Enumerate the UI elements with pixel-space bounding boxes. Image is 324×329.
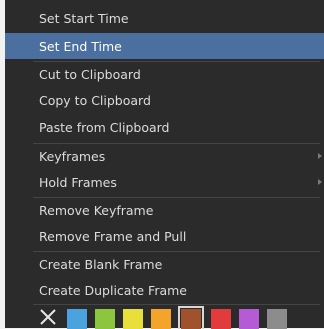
color-label-row — [5, 304, 324, 329]
menu-item-label: Set End Time — [39, 38, 122, 54]
menu-item-set-start-time[interactable]: Set Start Time — [5, 5, 324, 31]
menu-item-label: Remove Frame and Pull — [39, 228, 187, 244]
menu-item-label: Set Start Time — [39, 10, 129, 26]
color-swatch-red[interactable] — [211, 309, 231, 329]
menu-item-label: Copy to Clipboard — [39, 92, 151, 108]
menu-item-keyframes[interactable]: Keyframes — [5, 143, 324, 169]
menu-item-create-duplicate-frame[interactable]: Create Duplicate Frame — [5, 277, 324, 303]
color-swatch-gray[interactable] — [267, 309, 287, 329]
menu-item-label: Remove Keyframe — [39, 202, 154, 218]
menu-item-paste-from-clipboard[interactable]: Paste from Clipboard — [5, 114, 324, 140]
menu-item-label: Cut to Clipboard — [39, 66, 141, 82]
color-swatch-orange[interactable] — [151, 309, 171, 329]
menu-item-remove-keyframe[interactable]: Remove Keyframe — [5, 197, 324, 223]
menu-item-label: Paste from Clipboard — [39, 119, 170, 135]
color-swatch-yellow[interactable] — [123, 309, 143, 329]
color-swatch-blue[interactable] — [67, 309, 87, 329]
color-swatch-purple[interactable] — [239, 309, 259, 329]
menu-item-label: Hold Frames — [39, 174, 117, 190]
menu-item-set-end-time[interactable]: Set End Time — [5, 33, 324, 59]
menu-item-label: Create Blank Frame — [39, 256, 163, 272]
menu-item-create-blank-frame[interactable]: Create Blank Frame — [5, 251, 324, 277]
menu-item-label: Keyframes — [39, 148, 106, 164]
menu-item-copy-to-clipboard[interactable]: Copy to Clipboard — [5, 87, 324, 113]
color-swatch-brown[interactable] — [178, 306, 204, 329]
menu-item-label: Create Duplicate Frame — [39, 282, 187, 298]
color-swatch-green[interactable] — [95, 309, 115, 329]
context-menu: Set Start Time Set End Time Cut to Clipb… — [5, 0, 324, 329]
menu-item-hold-frames[interactable]: Hold Frames — [5, 169, 324, 195]
menu-item-remove-frame-and-pull[interactable]: Remove Frame and Pull — [5, 223, 324, 249]
submenu-arrow-icon — [318, 179, 322, 185]
clear-color-x-icon[interactable] — [38, 307, 58, 327]
submenu-arrow-icon — [318, 153, 322, 159]
menu-item-cut-to-clipboard[interactable]: Cut to Clipboard — [5, 61, 324, 87]
